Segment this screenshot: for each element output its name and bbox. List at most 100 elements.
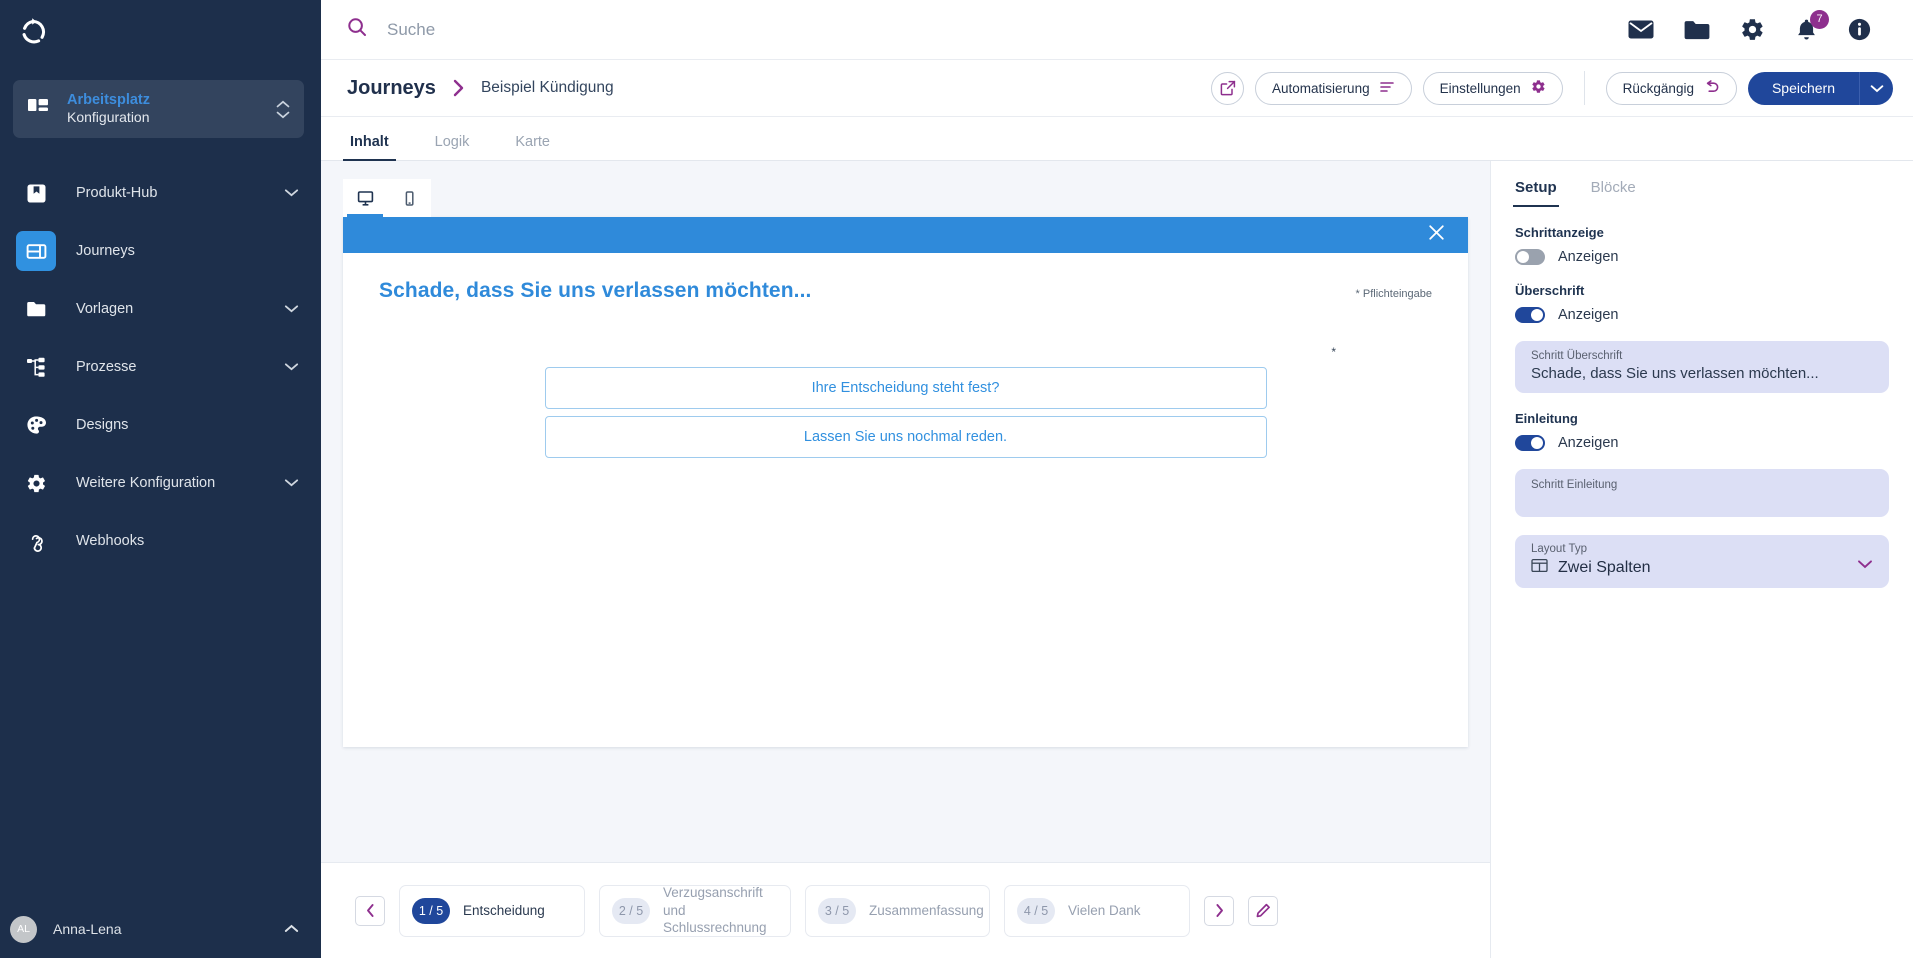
step-card[interactable]: 1 / 5 Entscheidung [399,884,585,937]
step-indicator-toggle[interactable] [1515,249,1545,265]
layout-type-value: Zwei Spalten [1558,559,1651,576]
step-indicator-toggle-row: Anzeigen [1515,249,1889,265]
prev-step-button[interactable] [355,895,385,926]
chevron-down-icon[interactable] [284,185,299,201]
chevron-up-icon[interactable] [284,920,299,938]
heading-toggle[interactable] [1515,307,1545,323]
step-navigation-bar: 1 / 5 Entscheidung 2 / 5 Verzugsanschrif… [321,862,1490,958]
global-topbar: 7 [321,0,1913,60]
step-card[interactable]: 4 / 5 Vielen Dank [1004,884,1190,937]
sidebar-item-designs[interactable]: Designs [0,396,321,454]
gear-icon[interactable] [1740,17,1765,42]
workspace-caret-icons [276,100,290,119]
step-counter: 2 / 5 [612,897,650,924]
refresh-circle-logo-icon[interactable] [16,15,50,49]
automation-button[interactable]: Automatisierung [1255,71,1412,105]
open-external-button[interactable] [1211,71,1245,105]
sidebar-item-webhooks[interactable]: Webhooks [0,512,321,570]
step-counter: 4 / 5 [1017,897,1055,924]
journeys-icon [16,231,56,271]
step-label: Zusammenfassung [869,902,984,918]
canvas-column: Schade, dass Sie uns verlassen möchten..… [321,161,1490,958]
tab-logik[interactable]: Logik [432,134,473,160]
setup-panel-tabs: Setup Blöcke [1491,161,1913,207]
canvas-scroll: Schade, dass Sie uns verlassen möchten..… [321,161,1490,862]
required-note: * Pflichteingabe [1355,288,1432,300]
chevron-down-icon[interactable] [1857,556,1873,578]
undo-button[interactable]: Rückgängig [1605,71,1737,105]
sidebar-item-label: Vorlagen [76,301,134,317]
preview-title: Schade, dass Sie uns verlassen möchten..… [379,279,812,302]
chevron-up-icon [276,100,290,107]
heading-toggle-row: Anzeigen [1515,307,1889,323]
chevron-down-icon[interactable] [284,301,299,317]
bell-icon[interactable]: 7 [1795,9,1829,42]
tab-karte[interactable]: Karte [512,134,553,160]
step-indicator-label: Schrittanzeige [1515,225,1604,240]
preview-choice-option[interactable]: Ihre Entscheidung steht fest? [544,367,1267,409]
intro-text-field[interactable]: Schritt Einleitung [1515,469,1889,517]
sidebar-item-produkt-hub[interactable]: Produkt-Hub [0,164,321,222]
sidebar-item-label: Weitere Konfiguration [76,475,216,491]
sidebar-item-weitere-konfiguration[interactable]: Weitere Konfiguration [0,454,321,512]
intro-field-label: Schritt Einleitung [1531,479,1618,491]
search-icon[interactable] [347,17,367,42]
app-root: Arbeitsplatz Konfiguration Produkt-Hub J… [0,0,1913,958]
step-card[interactable]: 2 / 5 Verzugsanschrift und Schlussrechnu… [599,884,791,937]
heading-field-value: Schade, dass Sie uns verlassen möchten..… [1531,365,1819,382]
desktop-icon[interactable] [343,179,387,217]
breadcrumb-root[interactable]: Journeys [347,77,436,100]
save-button[interactable]: Speichern [1747,71,1859,105]
next-step-button[interactable] [1204,895,1234,926]
chevron-right-icon [452,78,465,98]
preview-choice-option[interactable]: Lassen Sie uns nochmal reden. [544,416,1267,458]
save-dropdown-button[interactable] [1859,71,1893,105]
header-divider [1583,71,1585,105]
layout-type-select[interactable]: Layout Typ Zwei Spalten [1515,535,1889,588]
user-profile-bar[interactable]: AL Anna-Lena [0,900,321,958]
webhook-icon [16,521,56,561]
search-input[interactable] [387,19,807,40]
settings-button[interactable]: Einstellungen [1422,71,1563,105]
step-label: Verzugsanschrift und Schlussrechnung [663,885,767,936]
undo-arrow-icon [1704,80,1720,96]
heading-text-field[interactable]: Schritt Überschrift Schade, dass Sie uns… [1515,341,1889,393]
toggle-label: Anzeigen [1558,249,1619,265]
workspace-subtitle: Konfiguration [67,109,150,126]
sidebar-item-label: Webhooks [76,533,145,549]
preview-body: Schade, dass Sie uns verlassen möchten..… [343,253,1468,747]
tab-bloecke[interactable]: Blöcke [1591,179,1636,207]
step-label: Entscheidung [463,902,545,918]
workspace-selector[interactable]: Arbeitsplatz Konfiguration [13,80,304,138]
sidebar-item-vorlagen[interactable]: Vorlagen [0,280,321,338]
two-columns-layout-icon [1531,558,1548,578]
layout-type-label: Layout Typ [1531,543,1588,555]
device-preview-tabs [343,179,1468,217]
intro-label: Einleitung [1515,411,1578,426]
step-card[interactable]: 3 / 5 Zusammenfassung [805,884,990,937]
sidebar-item-prozesse[interactable]: Prozesse [0,338,321,396]
chevron-down-icon[interactable] [284,475,299,491]
settings-button-label: Einstellungen [1439,80,1521,96]
info-icon[interactable] [1848,18,1871,41]
intro-toggle[interactable] [1515,435,1545,451]
gear-icon [1531,79,1546,97]
folder-icon[interactable] [1684,20,1710,40]
chevron-down-icon[interactable] [284,359,299,375]
heading-label: Überschrift [1515,283,1585,298]
edit-steps-button[interactable] [1248,895,1278,926]
tab-setup[interactable]: Setup [1513,179,1559,207]
setup-panel: Setup Blöcke Schrittanzeige Anzeigen Übe… [1490,161,1913,958]
undo-button-label: Rückgängig [1622,80,1694,96]
mobile-icon[interactable] [387,179,431,217]
search-area [347,17,1628,42]
mail-icon[interactable] [1628,20,1654,39]
close-icon[interactable] [1427,223,1446,247]
tab-inhalt[interactable]: Inhalt [343,134,396,161]
workspace-title: Arbeitsplatz [67,92,150,109]
sidebar-item-journeys[interactable]: Journeys [0,222,321,280]
intro-toggle-row: Anzeigen [1515,435,1889,451]
sidebar-nav: Produkt-Hub Journeys Vorlagen Prozesse D… [0,164,321,570]
sidebar-item-label: Designs [76,417,129,433]
required-marker: * [1331,345,1336,359]
